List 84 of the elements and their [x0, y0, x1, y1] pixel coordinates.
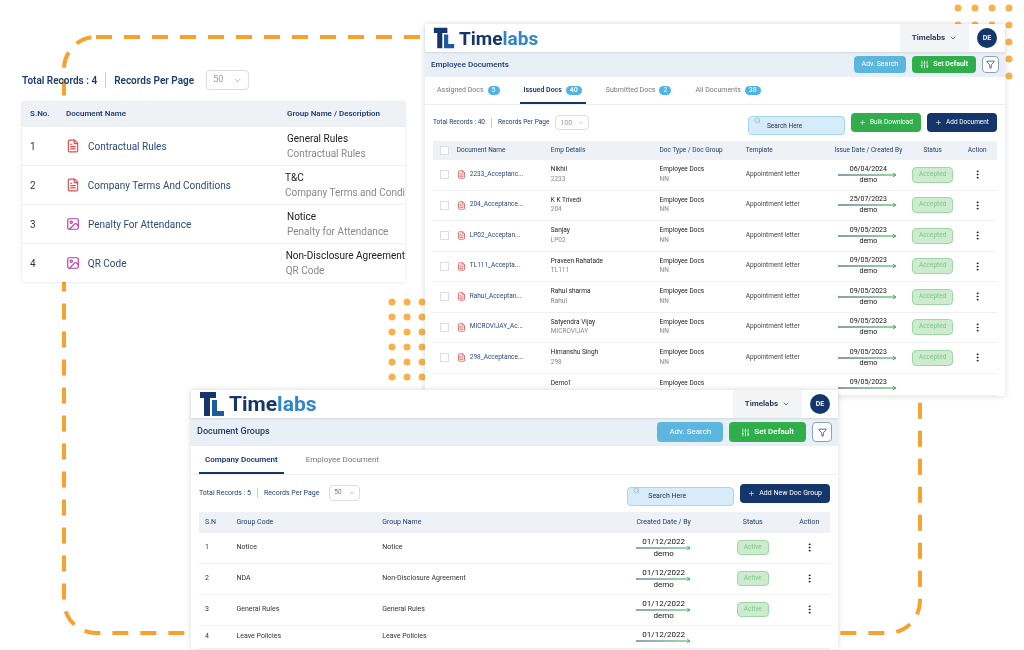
document-link[interactable]: Company Terms And Conditions	[87, 177, 231, 193]
document-link[interactable]: QR Code	[87, 255, 127, 271]
page-title: Document Groups	[197, 425, 270, 439]
column-header: Group Name / Description	[287, 108, 381, 120]
search-icon	[633, 487, 641, 494]
plus-icon	[748, 489, 756, 497]
date-text: 01/12/2022	[642, 630, 685, 639]
pdf-file-icon	[456, 353, 466, 363]
chevron-icon	[349, 490, 356, 497]
group-name: T&C	[284, 171, 305, 185]
checkbox[interactable]	[440, 146, 450, 155]
plus-icon	[935, 119, 942, 127]
tab[interactable]: Company Document	[199, 454, 284, 474]
date-text: 01/12/2022	[642, 568, 685, 577]
date-text: 01/12/2022	[642, 537, 685, 546]
arrow-icon	[838, 355, 899, 360]
pdf-file-icon	[456, 261, 466, 271]
filter-button[interactable]	[982, 56, 999, 73]
checkbox[interactable]	[440, 261, 450, 271]
arrow-icon	[635, 607, 692, 612]
chevron-icon	[578, 119, 585, 126]
group-description: Company Terms and Condi	[284, 186, 405, 200]
arrow-icon	[635, 638, 692, 643]
group-description: QR Code	[285, 264, 326, 278]
checkbox[interactable]	[440, 170, 450, 180]
filter-icon	[817, 427, 827, 437]
table-cell-text: 3	[29, 217, 37, 232]
column-header: Document Name	[66, 108, 127, 120]
arrow-icon	[838, 264, 899, 269]
image-file-icon	[66, 217, 80, 231]
pdf-file-icon	[456, 170, 466, 180]
tab[interactable]: Employee Document	[299, 454, 386, 474]
sliders-icon	[920, 60, 930, 69]
created-by-text: demo	[653, 580, 674, 589]
checkbox[interactable]	[440, 353, 450, 363]
arrow-icon	[838, 294, 899, 299]
logo-text: Timelabs	[459, 28, 539, 48]
pdf-file-icon	[456, 322, 466, 332]
chevron-icon	[949, 34, 957, 42]
image-file-icon	[65, 256, 80, 270]
filter-icon	[986, 60, 995, 69]
checkbox[interactable]	[440, 322, 450, 332]
page-title: Employee Documents	[431, 58, 509, 71]
arrow-icon	[635, 545, 692, 550]
table-cell-text: 4	[29, 256, 37, 271]
table-cell-text: 1	[29, 139, 37, 154]
checkbox[interactable]	[440, 200, 450, 210]
group-description: Penalty for Attendance	[287, 225, 390, 239]
document-link[interactable]: Contractual Rules	[88, 138, 167, 154]
table-cell-text: 2	[29, 178, 37, 193]
total-records: Total Records : 4	[22, 73, 98, 88]
logo-text: Timelabs	[229, 393, 317, 415]
search-icon	[753, 116, 761, 124]
sliders-icon	[741, 427, 751, 437]
company-dropdown[interactable]: Timelabs	[732, 390, 802, 418]
plus-icon	[858, 119, 866, 127]
chevron-icon	[782, 400, 790, 408]
logo-icon	[433, 27, 455, 49]
date-text: 01/12/2022	[642, 599, 685, 608]
pdf-file-icon	[456, 200, 466, 210]
checkbox[interactable]	[440, 292, 450, 302]
logo-icon	[199, 391, 225, 417]
created-by-text: demo	[653, 611, 674, 620]
group-description: Contractual Rules	[287, 147, 367, 161]
arrow-icon	[838, 325, 899, 330]
pdf-file-icon	[66, 139, 80, 153]
pdf-file-icon	[65, 178, 80, 192]
records-per-page-label: Records Per Page	[114, 73, 195, 88]
column-header: S.No.	[29, 108, 51, 120]
arrow-icon	[838, 172, 899, 177]
created-by-text: demo	[653, 549, 674, 558]
group-name: Non-Disclosure Agreement	[285, 249, 405, 263]
arrow-icon	[838, 203, 899, 208]
checkbox[interactable]	[440, 231, 450, 241]
filter-button[interactable]	[812, 422, 832, 442]
pdf-file-icon	[456, 231, 466, 241]
pdf-file-icon	[456, 292, 466, 302]
group-name: General Rules	[287, 132, 350, 146]
arrow-icon	[635, 576, 692, 581]
company-dropdown[interactable]: Timelabs	[899, 24, 969, 52]
arrow-icon	[838, 385, 899, 390]
arrow-icon	[838, 233, 899, 238]
document-link[interactable]: Penalty For Attendance	[88, 216, 192, 232]
group-name: Notice	[287, 210, 318, 224]
